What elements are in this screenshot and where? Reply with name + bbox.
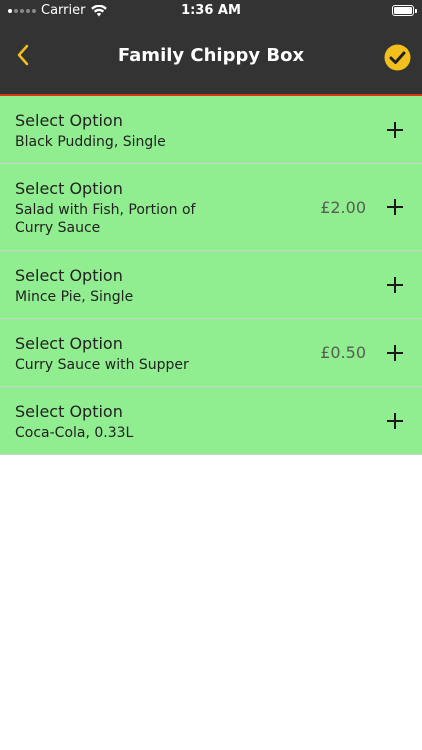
option-title: Select Option (15, 179, 123, 198)
battery-icon (392, 5, 417, 16)
status-time: 1:36 AM (181, 3, 241, 18)
option-title: Select Option (15, 334, 123, 353)
option-selection: Salad with Fish, Portion of Curry Sauce (15, 202, 196, 236)
add-button[interactable] (384, 119, 406, 141)
status-bar: Carrier 1:36 AM (0, 0, 422, 22)
nav-header: Carrier 1:36 AM Family Chippy Box (0, 0, 422, 96)
option-selection: Coca-Cola, 0.33L (15, 425, 134, 441)
option-price: £0.50 (320, 343, 366, 362)
option-row[interactable]: Select Option Curry Sauce with Supper £0… (0, 319, 422, 387)
option-row[interactable]: Select Option Black Pudding, Single (0, 96, 422, 164)
option-selection: Black Pudding, Single (15, 134, 166, 150)
add-button[interactable] (384, 196, 406, 218)
add-button[interactable] (384, 410, 406, 432)
option-price: £2.00 (320, 198, 366, 217)
checkmark-circle-icon (384, 44, 411, 71)
confirm-button[interactable] (384, 44, 411, 71)
option-row[interactable]: Select Option Coca-Cola, 0.33L (0, 387, 422, 455)
option-title: Select Option (15, 402, 123, 421)
option-selection: Curry Sauce with Supper (15, 357, 189, 373)
options-list: Select Option Black Pudding, Single Sele… (0, 96, 422, 455)
add-button[interactable] (384, 342, 406, 364)
option-row[interactable]: Select Option Mince Pie, Single (0, 251, 422, 319)
option-selection: Mince Pie, Single (15, 289, 134, 305)
option-title: Select Option (15, 111, 123, 130)
add-button[interactable] (384, 274, 406, 296)
option-row[interactable]: Select Option Salad with Fish, Portion o… (0, 164, 422, 251)
page-title: Family Chippy Box (117, 45, 305, 66)
option-title: Select Option (15, 266, 123, 285)
screen: Carrier 1:36 AM Family Chippy Box Select… (0, 0, 422, 750)
